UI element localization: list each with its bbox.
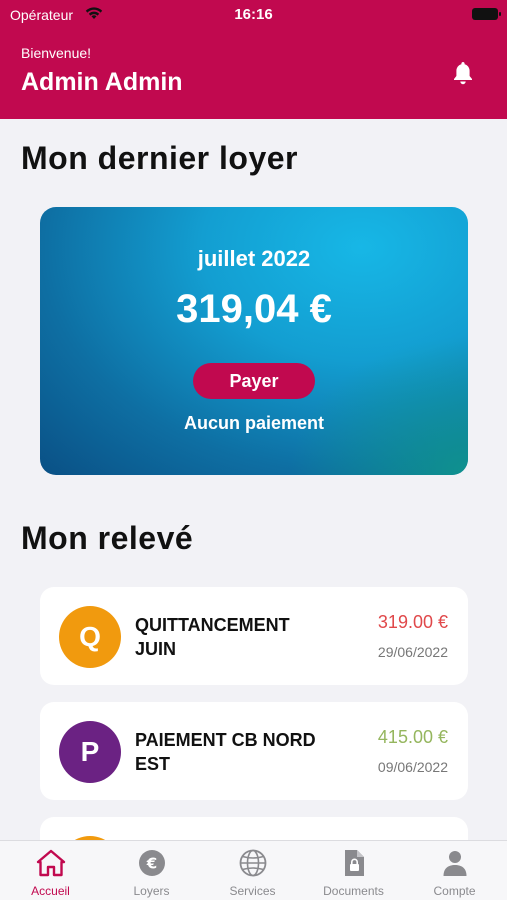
statement-row[interactable]: Q QUITTANCEMENT JUIN 319.00 € 29/06/2022: [40, 587, 468, 685]
statement-avatar: P: [59, 721, 121, 783]
statement-date: 09/06/2022: [377, 759, 448, 775]
tab-label: Documents: [323, 884, 384, 898]
bell-icon[interactable]: [451, 60, 475, 86]
tab-compte[interactable]: Compte: [404, 841, 505, 900]
statement-date: 29/06/2022: [377, 644, 448, 660]
euro-icon: €: [139, 850, 165, 876]
tab-bar: Accueil € Loyers Services Documents Comp…: [0, 840, 507, 900]
status-bar: Opérateur 16:16: [0, 0, 507, 30]
tab-label: Loyers: [133, 884, 170, 898]
statement-label: PAIEMENT CB NORD EST: [135, 730, 316, 774]
tab-services[interactable]: Services: [202, 841, 303, 900]
statement-row[interactable]: P PAIEMENT CB NORD EST 415.00 € 09/06/20…: [40, 702, 468, 800]
rent-month: juillet 2022: [197, 246, 311, 271]
tab-label: Accueil: [31, 884, 70, 898]
battery-icon: [472, 8, 501, 20]
statement-label: QUITTANCEMENT JUIN: [135, 615, 290, 659]
statement-avatar: Q: [59, 606, 121, 668]
last-rent-title: Mon dernier loyer: [21, 140, 298, 176]
tab-accueil[interactable]: Accueil: [0, 841, 101, 900]
tab-label: Compte: [433, 884, 476, 898]
app-header: Opérateur 16:16 Bienvenue! Admin Admin: [0, 0, 507, 119]
user-name: Admin Admin: [21, 68, 183, 96]
tab-loyers[interactable]: € Loyers: [101, 841, 202, 900]
statement-amount: 415.00 €: [377, 727, 448, 747]
statement-title: Mon relevé: [21, 520, 194, 556]
welcome-text: Bienvenue!: [21, 45, 92, 61]
status-time: 16:16: [234, 6, 273, 23]
tab-documents[interactable]: Documents: [303, 841, 404, 900]
person-icon: [443, 851, 467, 876]
payment-status: Aucun paiement: [183, 413, 325, 433]
rent-amount: 319,04 €: [176, 287, 332, 331]
document-lock-icon: [345, 850, 364, 876]
tab-label: Services: [229, 884, 276, 898]
pay-button[interactable]: Payer: [193, 363, 315, 399]
rent-card: juillet 2022 319,04 € Payer Aucun paieme…: [40, 207, 468, 475]
statement-amount: 319.00 €: [377, 612, 448, 632]
svg-text:€: €: [146, 855, 157, 873]
globe-icon: [239, 849, 267, 877]
home-icon: [36, 849, 66, 877]
